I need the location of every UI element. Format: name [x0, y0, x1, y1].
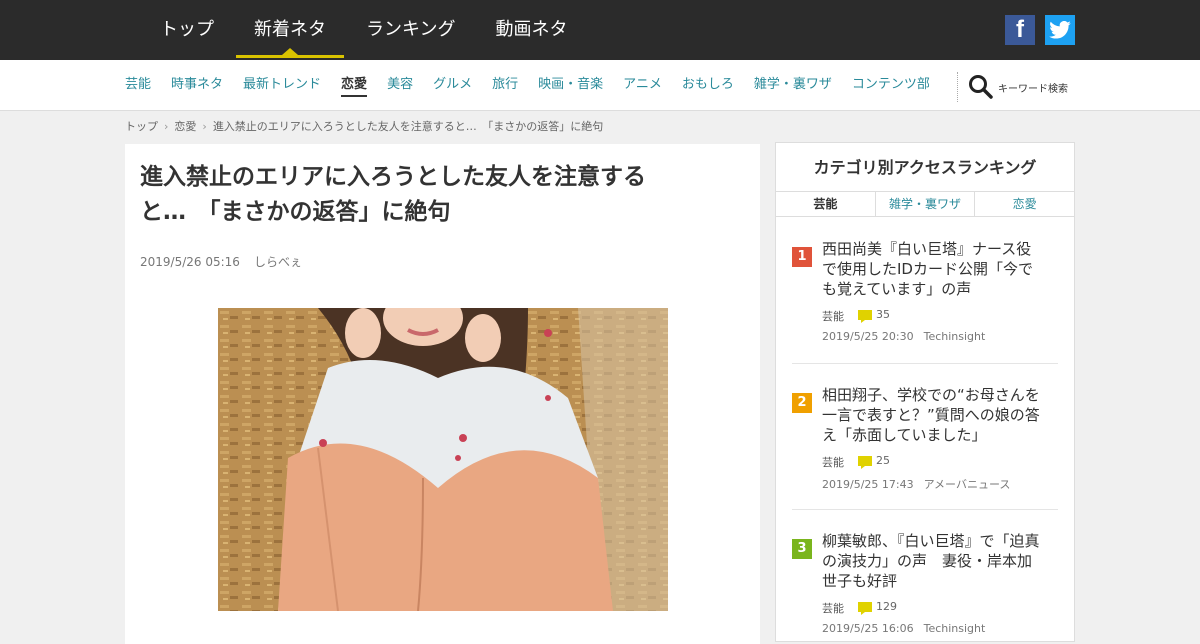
category-gourmet[interactable]: グルメ: [423, 60, 482, 111]
topnav-top[interactable]: トップ: [140, 0, 234, 60]
category-beauty[interactable]: 美容: [377, 60, 423, 111]
ranking-item-date: 2019/5/25 16:06: [822, 622, 914, 635]
rank-badge: 3: [792, 539, 812, 559]
category-travel[interactable]: 旅行: [482, 60, 528, 111]
search-icon: [969, 75, 993, 99]
ranking-item-source: Techinsight: [923, 622, 986, 635]
comment-icon: [858, 602, 872, 615]
article-image: [218, 308, 668, 611]
global-header: トップ 新着ネタ ランキング 動画ネタ f: [0, 0, 1200, 60]
chevron-right-icon: ›: [202, 119, 207, 133]
divider: [792, 509, 1058, 510]
category-navigation: 芸能 時事ネタ 最新トレンド 恋愛 美容 グルメ 旅行 映画・音楽 アニメ おも…: [115, 60, 940, 111]
article-title-line1: 進入禁止のエリアに入ろうとした友人を注意する: [140, 164, 646, 190]
facebook-glyph: f: [1016, 16, 1024, 43]
ranking-sidebar: カテゴリ別アクセスランキング 芸能 雑学・裏ワザ 恋愛 1 西田尚美『白い巨塔』…: [775, 142, 1075, 642]
ranking-item-meta: 2019/5/25 20:30 Techinsight: [822, 330, 985, 343]
topnav-new[interactable]: 新着ネタ: [234, 0, 346, 60]
ranking-item-category: 芸能: [822, 602, 844, 615]
article-title-line2: と… 「まさかの返答」に絶句: [140, 199, 451, 225]
tab-love[interactable]: 恋愛: [974, 192, 1074, 216]
comment-icon: [858, 310, 872, 323]
divider: [792, 363, 1058, 364]
category-love[interactable]: 恋愛: [331, 60, 377, 111]
ranking-item-category: 芸能: [822, 456, 844, 469]
ranking-item-source: アメーバニュース: [923, 478, 1011, 491]
breadcrumb-category[interactable]: 恋愛: [174, 118, 196, 134]
tab-trivia[interactable]: 雑学・裏ワザ: [874, 192, 975, 216]
ranking-item-title[interactable]: 柳葉敏郎、『白い巨塔』で「迫真の演技力」の声 妻役・岸本加世子も好評: [822, 531, 1042, 591]
rank-badge: 1: [792, 247, 812, 267]
ranking-heading: カテゴリ別アクセスランキング: [776, 143, 1074, 192]
ranking-item-meta: 2019/5/25 16:06 Techinsight: [822, 622, 985, 635]
category-contents[interactable]: コンテンツ部: [842, 60, 940, 111]
article-meta: 2019/5/26 05:16 しらべぇ: [140, 253, 302, 270]
top-navigation: トップ 新着ネタ ランキング 動画ネタ: [140, 0, 587, 60]
article-panel: 進入禁止のエリアに入ろうとした友人を注意する と… 「まさかの返答」に絶句 201…: [125, 144, 760, 644]
ranking-item-title[interactable]: 西田尚美『白い巨塔』ナース役で使用したIDカード公開「今でも覚えています」の声: [822, 239, 1042, 299]
breadcrumb: トップ › 恋愛 › 進入禁止のエリアに入ろうとした友人を注意すると… 「まさか…: [125, 118, 603, 134]
tab-entertainment[interactable]: 芸能: [776, 192, 875, 216]
topnav-ranking[interactable]: ランキング: [346, 0, 475, 60]
search-label: キーワード検索: [998, 83, 1068, 95]
ranking-item-title[interactable]: 相田翔子、学校での“お母さんを一言で表すと？”質問への娘の答え「赤面していました…: [822, 385, 1042, 445]
keyword-search-button[interactable]: キーワード検索: [968, 74, 1068, 100]
category-funny[interactable]: おもしろ: [672, 60, 744, 111]
ranking-item-date: 2019/5/25 17:43: [822, 478, 914, 491]
topnav-video[interactable]: 動画ネタ: [475, 0, 587, 60]
article-source[interactable]: しらべぇ: [254, 255, 302, 269]
ranking-item-date: 2019/5/25 20:30: [822, 330, 914, 343]
ranking-item-meta: 2019/5/25 17:43 アメーバニュース: [822, 476, 1010, 492]
chevron-right-icon: ›: [164, 119, 169, 133]
category-movie-music[interactable]: 映画・音楽: [528, 60, 613, 111]
article-date: 2019/5/26 05:16: [140, 255, 240, 269]
comment-icon: [858, 456, 872, 469]
comment-count: 25: [876, 454, 890, 467]
facebook-icon[interactable]: f: [1005, 15, 1035, 45]
category-trivia[interactable]: 雑学・裏ワザ: [744, 60, 842, 111]
breadcrumb-current: 進入禁止のエリアに入ろうとした友人を注意すると… 「まさかの返答」に絶句: [212, 120, 604, 133]
comment-count: 35: [876, 308, 890, 321]
ranking-tabs: 芸能 雑学・裏ワザ 恋愛: [776, 192, 1074, 217]
rank-badge: 2: [792, 393, 812, 413]
ranking-item-category: 芸能: [822, 310, 844, 323]
category-entertainment[interactable]: 芸能: [115, 60, 161, 111]
twitter-icon[interactable]: [1045, 15, 1075, 45]
article-title: 進入禁止のエリアに入ろうとした友人を注意する と… 「まさかの返答」に絶句: [140, 160, 700, 230]
category-trend[interactable]: 最新トレンド: [233, 60, 331, 111]
divider: [957, 72, 958, 102]
category-love-label: 恋愛: [341, 77, 368, 97]
woman-photo-illustration: [218, 308, 668, 611]
ranking-item-source: Techinsight: [923, 330, 986, 343]
category-anime[interactable]: アニメ: [613, 60, 672, 111]
twitter-bird-icon: [1049, 21, 1071, 39]
comment-count: 129: [876, 600, 897, 613]
breadcrumb-top[interactable]: トップ: [125, 118, 158, 134]
category-news[interactable]: 時事ネタ: [161, 60, 233, 111]
